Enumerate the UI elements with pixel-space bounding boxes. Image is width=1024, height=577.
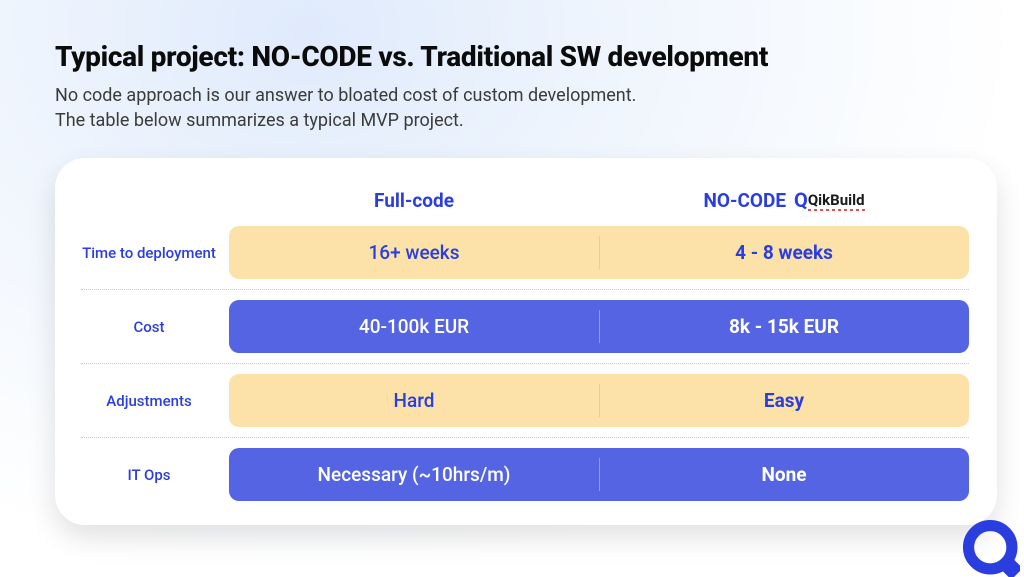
row-values: 40-100k EUR 8k - 15k EUR <box>229 300 969 353</box>
nocode-value: 4 - 8 weeks <box>599 241 969 264</box>
table-row: Cost 40-100k EUR 8k - 15k EUR <box>69 300 969 353</box>
table-header-row: Full-code NO-CODE QQikBuild <box>69 176 969 224</box>
nocode-value: None <box>599 463 969 486</box>
fullcode-value: 16+ weeks <box>229 241 599 264</box>
fullcode-value: Hard <box>229 389 599 412</box>
table-row: IT Ops Necessary (~10hrs/m) None <box>69 448 969 501</box>
row-values: Hard Easy <box>229 374 969 427</box>
table-row: Time to deployment 16+ weeks 4 - 8 weeks <box>69 226 969 279</box>
row-values: Necessary (~10hrs/m) None <box>229 448 969 501</box>
column-header-nocode: NO-CODE QQikBuild <box>599 188 969 212</box>
nocode-value: 8k - 15k EUR <box>599 315 969 338</box>
qikbuild-logo-small: QQikBuild <box>794 188 864 212</box>
comparison-card: Full-code NO-CODE QQikBuild Time to depl… <box>55 158 997 525</box>
page-subtitle: No code approach is our answer to bloate… <box>55 83 969 133</box>
table-row: Adjustments Hard Easy <box>69 374 969 427</box>
qikbuild-logo-icon <box>958 515 1020 577</box>
row-label: Cost <box>69 318 229 337</box>
nocode-value: Easy <box>599 389 969 412</box>
column-header-fullcode: Full-code <box>229 189 599 212</box>
fullcode-value: Necessary (~10hrs/m) <box>229 463 599 486</box>
row-label: IT Ops <box>69 466 229 485</box>
fullcode-value: 40-100k EUR <box>229 315 599 338</box>
subtitle-line-2: The table below summarizes a typical MVP… <box>55 110 464 131</box>
row-label: Adjustments <box>69 392 229 411</box>
brand-text: QikBuild <box>808 191 865 209</box>
divider <box>81 289 969 290</box>
subtitle-line-1: No code approach is our answer to bloate… <box>55 85 636 106</box>
q-icon: Q <box>794 188 808 212</box>
divider <box>81 363 969 364</box>
row-label: Time to deployment <box>69 244 229 263</box>
divider <box>81 437 969 438</box>
page-title: Typical project: NO-CODE vs. Traditional… <box>55 40 969 73</box>
row-values: 16+ weeks 4 - 8 weeks <box>229 226 969 279</box>
